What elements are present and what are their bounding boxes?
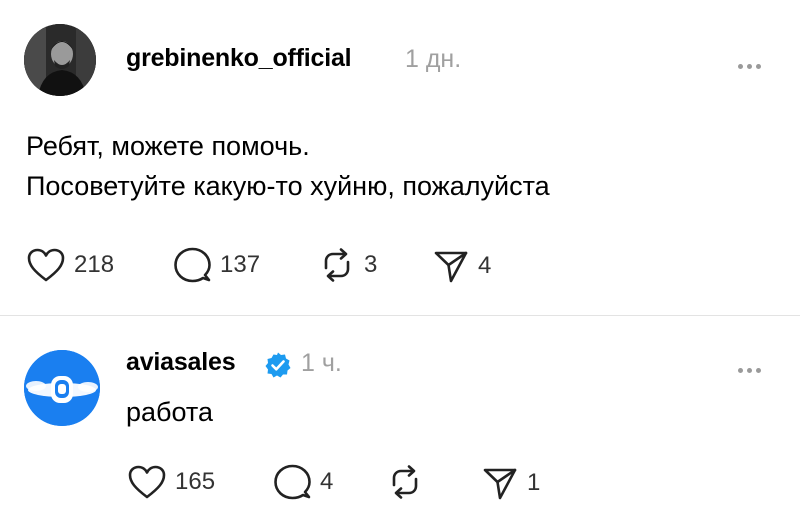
post-text: работа bbox=[126, 392, 213, 432]
post-grebinenko: grebinenko_official 1 дн. Ребят, можете … bbox=[0, 0, 800, 315]
send-icon bbox=[434, 251, 468, 283]
send-icon bbox=[483, 468, 517, 500]
avatar[interactable] bbox=[24, 24, 96, 96]
avatar[interactable] bbox=[24, 350, 100, 426]
share-count: 1 bbox=[527, 469, 541, 496]
comment-bubble-icon bbox=[174, 247, 211, 283]
comment-button[interactable]: 4 bbox=[272, 462, 333, 502]
more-dots-icon[interactable] bbox=[738, 56, 768, 69]
share-button[interactable]: 1 bbox=[481, 465, 540, 501]
like-button[interactable]: 218 bbox=[26, 247, 114, 283]
timestamp: 1 ч. bbox=[301, 349, 342, 377]
post-aviasales: aviasales 1 ч. работа 165 4 1 bbox=[0, 316, 800, 527]
post-text-line: Посоветуйте какую-то хуйню, пожалуйста bbox=[26, 171, 550, 201]
username[interactable]: aviasales bbox=[126, 348, 236, 377]
username[interactable]: grebinenko_official bbox=[126, 44, 352, 73]
more-dots-icon[interactable] bbox=[738, 360, 768, 373]
post-text: Ребят, можете помочь. Посоветуйте какую-… bbox=[26, 126, 550, 206]
comment-bubble-icon bbox=[274, 464, 311, 500]
share-count: 4 bbox=[478, 252, 492, 279]
heart-icon bbox=[27, 248, 65, 282]
comment-button[interactable]: 137 bbox=[172, 245, 260, 285]
comment-count: 4 bbox=[320, 468, 334, 495]
repost-count: 3 bbox=[364, 251, 378, 278]
repost-button[interactable] bbox=[386, 463, 432, 501]
post-text-line: работа bbox=[126, 397, 213, 427]
post-text-line: Ребят, можете помочь. bbox=[26, 131, 310, 161]
repost-icon bbox=[392, 465, 418, 499]
share-button[interactable]: 4 bbox=[432, 248, 491, 284]
comment-count: 137 bbox=[220, 251, 261, 278]
repost-button[interactable]: 3 bbox=[318, 246, 377, 284]
verified-badge-icon bbox=[265, 352, 291, 378]
like-button[interactable]: 165 bbox=[127, 464, 215, 500]
repost-icon bbox=[324, 248, 350, 282]
like-count: 165 bbox=[175, 468, 216, 495]
timestamp: 1 дн. bbox=[405, 45, 462, 73]
heart-icon bbox=[128, 465, 166, 499]
like-count: 218 bbox=[74, 251, 115, 278]
